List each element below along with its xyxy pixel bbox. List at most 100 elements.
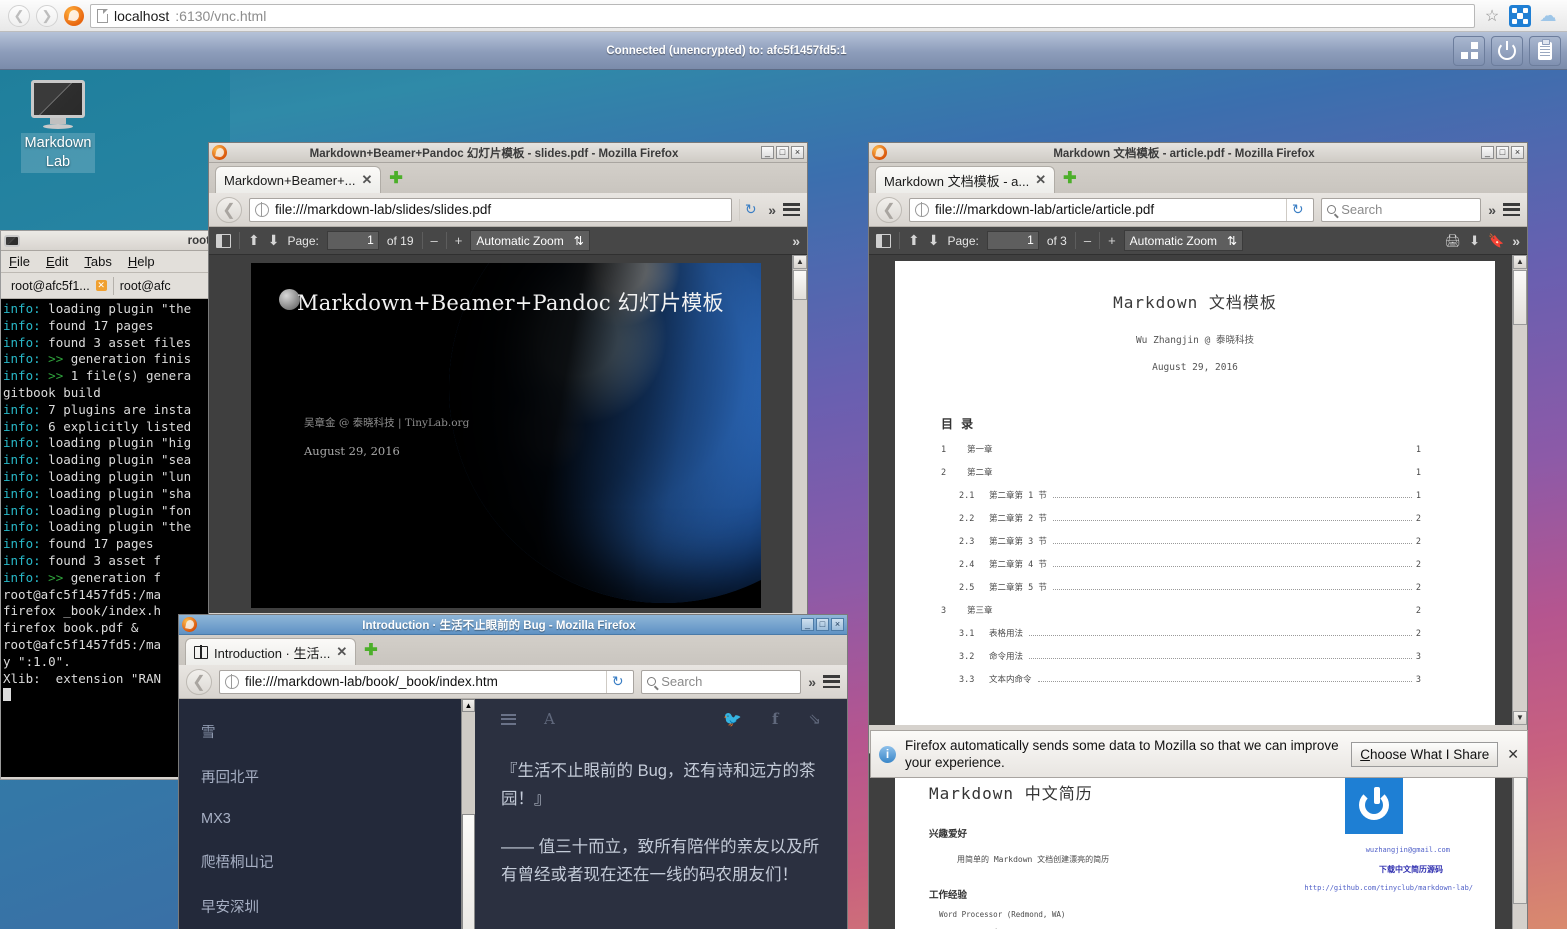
scroll-thumb[interactable] xyxy=(1513,270,1527,325)
terminal-tab-1[interactable]: root@afc5f1... ✕ xyxy=(5,275,113,297)
book-window-controls[interactable]: _ □ × xyxy=(801,618,844,631)
article-menu-icon[interactable] xyxy=(1503,203,1520,216)
article-window-controls[interactable]: _ □ × xyxy=(1481,146,1524,159)
article-reload-icon[interactable]: ↻ xyxy=(1286,199,1308,221)
slides-tabstrip[interactable]: Markdown+Beamer+... ✕ ✚ xyxy=(209,163,807,193)
new-tab-button[interactable]: ✚ xyxy=(364,640,377,660)
pdf-page-input[interactable]: 1 xyxy=(327,231,379,250)
article-back-button[interactable]: ❮ xyxy=(876,197,902,223)
toc-row[interactable]: 3第三章2 xyxy=(941,604,1421,616)
menu-edit[interactable]: Edit xyxy=(46,254,68,269)
book-tabstrip[interactable]: Introduction · 生活... ✕ ✚ xyxy=(179,635,847,665)
firefox-window-gitbook[interactable]: Introduction · 生活不止眼前的 Bug - Mozilla Fir… xyxy=(178,614,848,929)
gitbook-sidebar-item[interactable]: MX3 xyxy=(179,799,475,839)
pdf-sidebar-toggle-icon[interactable] xyxy=(876,234,891,248)
pdf-page-input[interactable]: 1 xyxy=(987,231,1039,250)
book-close-button[interactable]: × xyxy=(831,618,844,631)
vnc-power-button[interactable] xyxy=(1491,36,1523,66)
book-minimize-button[interactable]: _ xyxy=(801,618,814,631)
toc-row[interactable]: 2.2第二章第 2 节2 xyxy=(959,512,1421,524)
forward-arrow-icon[interactable]: ❯ xyxy=(36,5,58,27)
book-titlebar[interactable]: Introduction · 生活不止眼前的 Bug - Mozilla Fir… xyxy=(179,615,847,635)
menu-icon[interactable] xyxy=(501,714,516,725)
toc-row[interactable]: 3.2命令用法3 xyxy=(959,650,1421,662)
slides-overflow-chevron[interactable]: » xyxy=(768,202,776,218)
gitbook-sidebar-item[interactable]: 再回北平 xyxy=(179,754,475,799)
menu-file[interactable]: File xyxy=(9,254,30,269)
article-pdf-viewer-continued[interactable]: Markdown 中文简历 兴趣爱好 用简单的 Markdown 文档创建漂亮的… xyxy=(868,754,1528,929)
book-reload-icon[interactable]: ↻ xyxy=(606,671,628,693)
terminal-tab-2[interactable]: root@afc xyxy=(114,275,177,297)
terminal-tab-1-close-icon[interactable]: ✕ xyxy=(96,280,107,291)
pdf-page-down-icon[interactable]: ⬇ xyxy=(928,232,940,249)
pdf-zoom-out-icon[interactable]: – xyxy=(431,233,438,248)
scroll-thumb[interactable] xyxy=(462,814,475,929)
slides-tab-close-icon[interactable]: ✕ xyxy=(362,172,373,188)
book-location-bar[interactable]: file:///markdown-lab/book/_book/index.ht… xyxy=(219,670,634,694)
terminal-menubar[interactable]: File Edit Tabs Help xyxy=(1,251,215,273)
pdf-page-up-icon[interactable]: ⬆ xyxy=(908,232,920,249)
pdf-zoom-in-icon[interactable]: + xyxy=(455,233,463,248)
slides-menu-icon[interactable] xyxy=(783,203,800,216)
pdf-zoom-select[interactable]: Automatic Zoom ⇅ xyxy=(1124,230,1243,251)
firefox-window-slides[interactable]: Markdown+Beamer+Pandoc 幻灯片模板 - slides.pd… xyxy=(208,142,808,636)
article-tab-close-icon[interactable]: ✕ xyxy=(1035,172,1046,188)
slides-reload-icon[interactable]: ↻ xyxy=(739,199,761,221)
twitter-icon[interactable]: 🐦 xyxy=(723,710,742,728)
vnc-desktop-canvas[interactable]: MarkdownLab root File Edit Tabs Help roo… xyxy=(0,70,1567,929)
toc-row[interactable]: 2.5第二章第 5 节2 xyxy=(959,581,1421,593)
slides-pdf-scrollbar[interactable]: ▲ xyxy=(792,255,807,613)
book-tab[interactable]: Introduction · 生活... ✕ xyxy=(185,638,356,665)
pdf-secondary-toolbar-icon[interactable]: » xyxy=(792,233,800,249)
article-overflow-chevron[interactable]: » xyxy=(1488,202,1496,218)
gitbook-sidebar-item[interactable]: 爬梧桐山记 xyxy=(179,839,475,884)
toc-row[interactable]: 2第二章1 xyxy=(941,466,1421,478)
resume-email[interactable]: wuzhangjin@gmail.com xyxy=(1366,846,1450,854)
scroll-up-arrow-icon[interactable]: ▲ xyxy=(462,699,475,712)
slides-maximize-button[interactable]: □ xyxy=(776,146,789,159)
download-icon[interactable]: ⬇ xyxy=(1469,233,1480,249)
gitbook-sidebar-item[interactable]: 早安深圳 xyxy=(179,884,475,929)
slides-titlebar[interactable]: Markdown+Beamer+Pandoc 幻灯片模板 - slides.pd… xyxy=(209,143,807,163)
slides-minimize-button[interactable]: _ xyxy=(761,146,774,159)
menu-tabs[interactable]: Tabs xyxy=(84,254,111,269)
share-icon[interactable]: ⇘ xyxy=(808,710,821,728)
bookmark-icon[interactable]: 🔖 xyxy=(1488,233,1504,249)
slides-pdf-viewer[interactable]: Markdown+Beamer+Pandoc 幻灯片模板 吴章金 @ 泰晓科技 … xyxy=(209,255,807,613)
book-menu-icon[interactable] xyxy=(823,675,840,688)
scroll-up-arrow-icon[interactable]: ▲ xyxy=(1513,255,1527,269)
pdf-page-up-icon[interactable]: ⬆ xyxy=(248,232,260,249)
pdf-zoom-out-icon[interactable]: – xyxy=(1084,233,1091,248)
pdf-page-down-icon[interactable]: ⬇ xyxy=(268,232,280,249)
back-arrow-icon[interactable]: ❮ xyxy=(8,5,30,27)
facebook-icon[interactable]: f xyxy=(772,710,778,728)
book-overflow-chevron[interactable]: » xyxy=(808,674,816,690)
firefox-window-article[interactable]: Markdown 文档模板 - article.pdf - Mozilla Fi… xyxy=(868,142,1528,754)
firefox-data-notification[interactable]: i Firefox automatically sends some data … xyxy=(870,730,1528,778)
pdf-sidebar-toggle-icon[interactable] xyxy=(216,234,231,248)
toc-row[interactable]: 2.3第二章第 3 节2 xyxy=(959,535,1421,547)
gitbook-sidebar[interactable]: 雪再回北平MX3爬梧桐山记早安深圳老家中秋 xyxy=(179,699,475,929)
printer-icon[interactable]: 🖨 xyxy=(1445,233,1462,249)
article-minimize-button[interactable]: _ xyxy=(1481,146,1494,159)
terminal-tabbar[interactable]: root@afc5f1... ✕ root@afc xyxy=(1,273,215,299)
article-tab[interactable]: Markdown 文档模板 - a... ✕ xyxy=(875,166,1055,193)
extension-grid-icon[interactable] xyxy=(1509,5,1531,27)
new-tab-button[interactable]: ✚ xyxy=(389,168,402,188)
slides-close-button[interactable]: × xyxy=(791,146,804,159)
toc-row[interactable]: 3.3文本内命令3 xyxy=(959,673,1421,685)
menu-help[interactable]: Help xyxy=(128,254,155,269)
slides-window-controls[interactable]: _ □ × xyxy=(761,146,804,159)
article-maximize-button[interactable]: □ xyxy=(1496,146,1509,159)
book-maximize-button[interactable]: □ xyxy=(816,618,829,631)
pdf-secondary-toolbar-icon[interactable]: » xyxy=(1512,233,1520,249)
scroll-thumb[interactable] xyxy=(793,270,807,300)
toc-row[interactable]: 2.4第二章第 4 节2 xyxy=(959,558,1421,570)
article-tabstrip[interactable]: Markdown 文档模板 - a... ✕ ✚ xyxy=(869,163,1527,193)
article-location-bar[interactable]: file:///markdown-lab/article/article.pdf… xyxy=(909,198,1314,222)
vnc-clipboard-button[interactable] xyxy=(1529,36,1561,66)
article-close-button[interactable]: × xyxy=(1511,146,1524,159)
vnc-fullscreen-button[interactable] xyxy=(1453,36,1485,66)
address-bar[interactable]: localhost:6130/vnc.html xyxy=(90,4,1475,28)
choose-what-i-share-button[interactable]: Choose What I Share xyxy=(1351,742,1498,767)
